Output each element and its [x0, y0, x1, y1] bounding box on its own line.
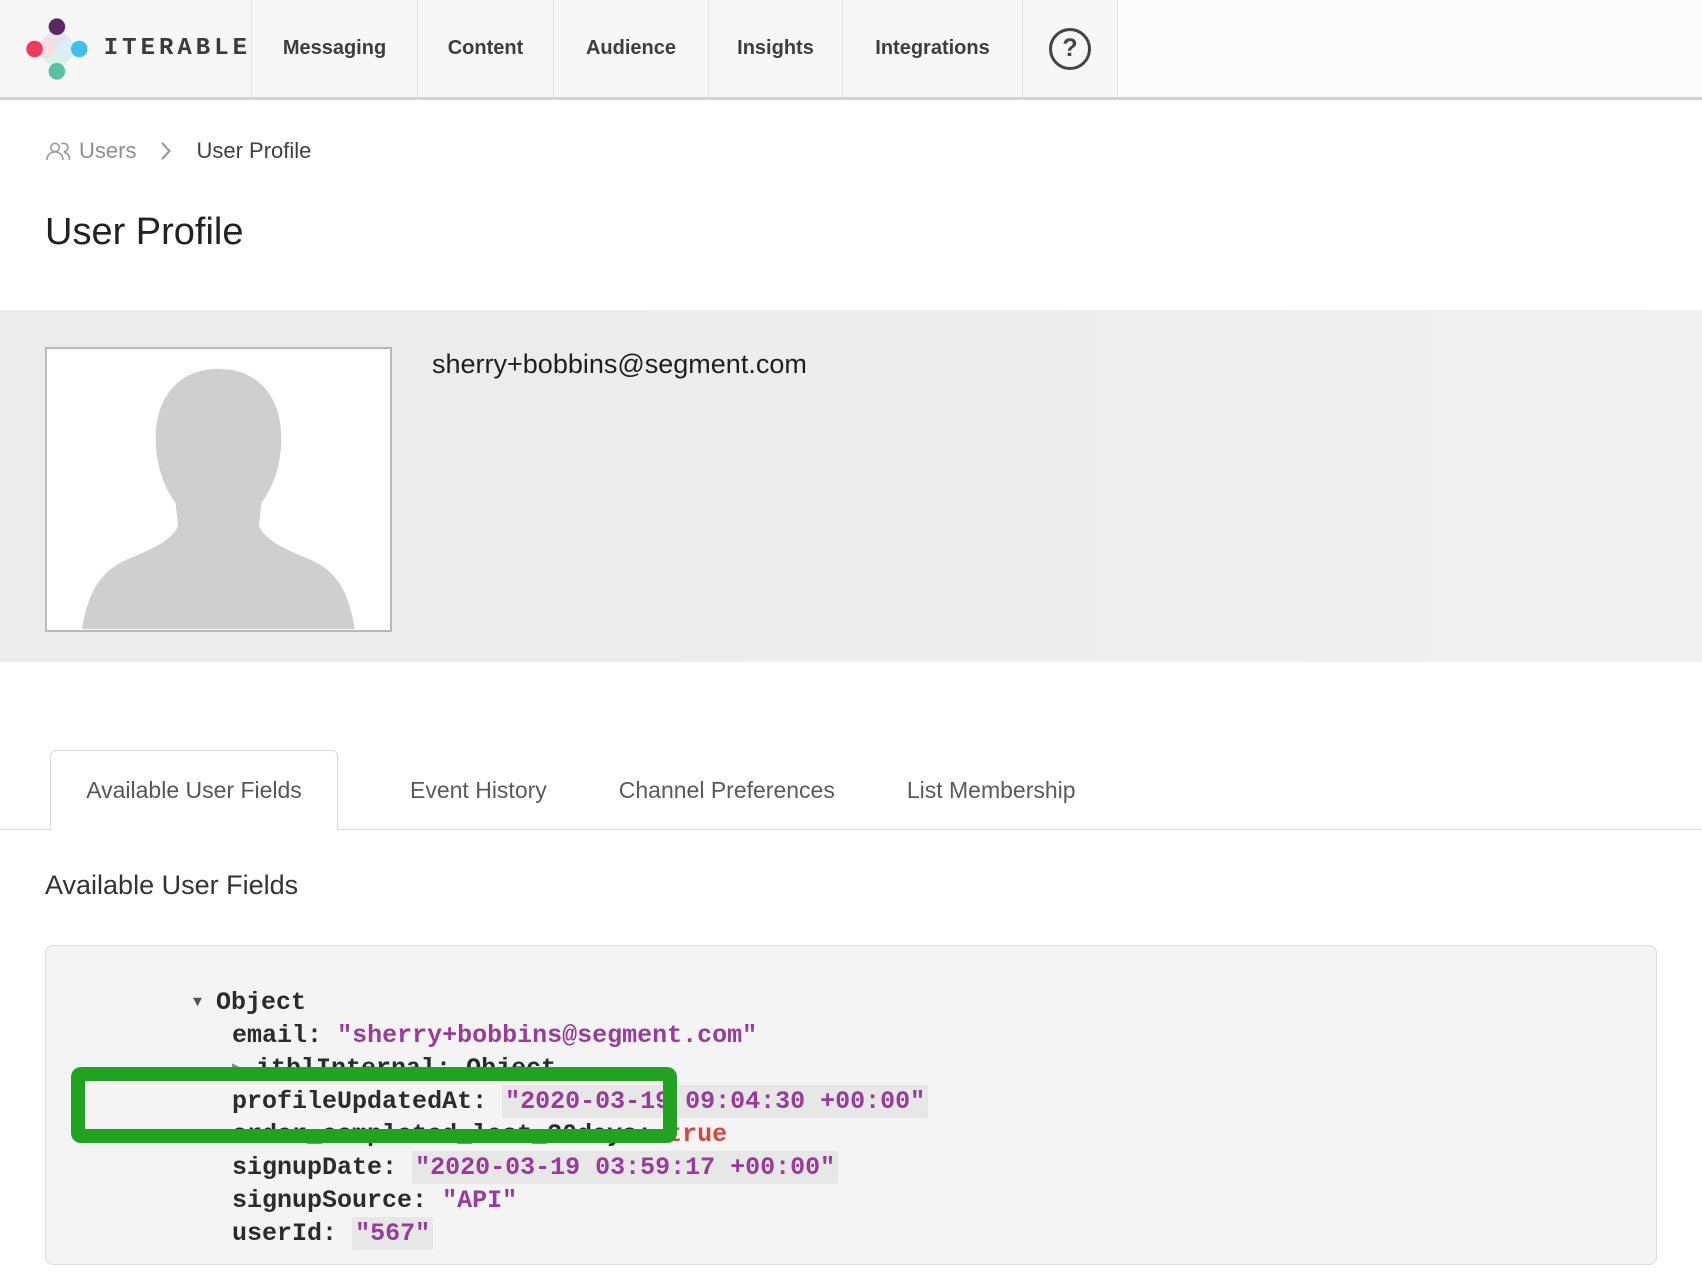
person-silhouette-icon	[47, 349, 390, 630]
json-key: itblInternal:	[256, 1054, 466, 1083]
json-key: signupSource:	[232, 1186, 442, 1215]
nav-item-messaging[interactable]: Messaging	[252, 0, 418, 97]
tab-available-user-fields[interactable]: Available User Fields	[50, 750, 338, 830]
json-value: Object	[466, 1054, 556, 1083]
help-icon[interactable]: ?	[1049, 28, 1091, 70]
json-key: userId:	[232, 1219, 352, 1248]
json-value: "2020-03-19 03:59:17 +00:00"	[412, 1151, 838, 1184]
nav-item-audience[interactable]: Audience	[554, 0, 709, 97]
avatar	[45, 347, 392, 632]
tab-list-membership[interactable]: List Membership	[907, 751, 1076, 829]
json-key: email:	[232, 1021, 337, 1050]
brand-logo[interactable]: ITERABLE	[0, 0, 252, 97]
json-tree: ▼Object email: "sherry+bobbins@segment.c…	[46, 946, 1656, 1217]
tab-event-history[interactable]: Event History	[410, 751, 547, 829]
breadcrumb: Users User Profile	[0, 100, 1702, 164]
user-profile-page: ITERABLE Messaging Content Audience Insi…	[0, 0, 1702, 1276]
iterable-diamond-icon	[25, 10, 89, 88]
user-fields-panel: ▼Object email: "sherry+bobbins@segment.c…	[45, 945, 1657, 1265]
json-key: order_completed_last_30days:	[232, 1120, 667, 1149]
collapse-triangle-icon[interactable]: ▼	[193, 986, 216, 1019]
json-key: signupDate:	[232, 1153, 412, 1182]
tab-channel-preferences[interactable]: Channel Preferences	[619, 751, 835, 829]
json-value: "API"	[442, 1186, 517, 1215]
nav-help-cell: ?	[1023, 0, 1118, 97]
json-value: "2020-03-19 09:04:30 +00:00"	[502, 1085, 928, 1118]
chevron-right-icon	[160, 141, 172, 161]
json-value: true	[667, 1120, 727, 1149]
nav-item-insights[interactable]: Insights	[709, 0, 843, 97]
profile-hero: sherry+bobbins@segment.com	[0, 310, 1702, 662]
page-title: User Profile	[45, 211, 1702, 254]
json-value: "567"	[352, 1217, 433, 1250]
profile-tabs: Available User Fields Event History Chan…	[0, 752, 1702, 830]
json-root-label: Object	[216, 988, 306, 1017]
breadcrumb-users-link[interactable]: Users	[45, 138, 136, 164]
users-icon	[45, 140, 71, 162]
nav-item-integrations[interactable]: Integrations	[843, 0, 1023, 97]
json-key: profileUpdatedAt:	[232, 1087, 502, 1116]
breadcrumb-current: User Profile	[196, 138, 311, 164]
breadcrumb-users-label: Users	[79, 138, 136, 164]
json-root-row: ▼Object	[46, 953, 1656, 986]
section-heading: Available User Fields	[45, 870, 1702, 905]
brand-wordmark: ITERABLE	[104, 35, 251, 62]
nav-item-content[interactable]: Content	[418, 0, 554, 97]
top-nav: ITERABLE Messaging Content Audience Insi…	[0, 0, 1702, 100]
json-value: "sherry+bobbins@segment.com"	[337, 1021, 757, 1050]
expand-triangle-icon[interactable]: ▶	[232, 1052, 256, 1085]
profile-email: sherry+bobbins@segment.com	[432, 347, 807, 380]
page-header: Users User Profile User Profile	[0, 100, 1702, 310]
